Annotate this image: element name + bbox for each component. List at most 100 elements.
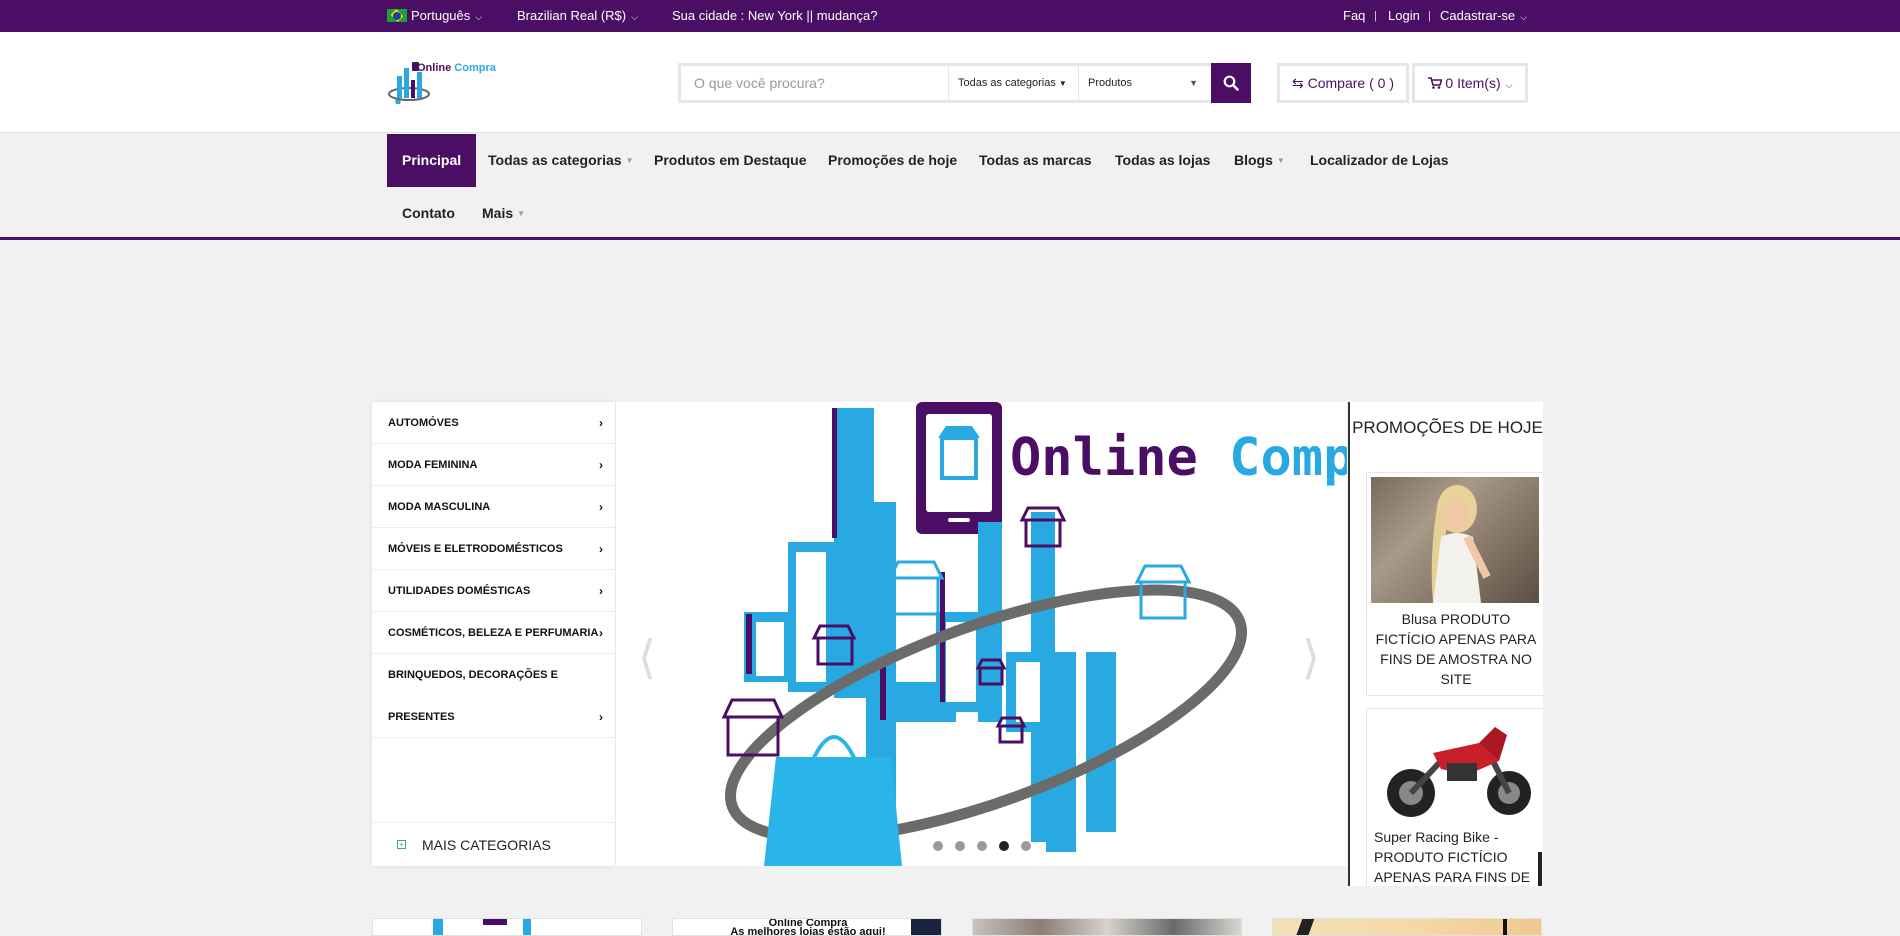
category-item[interactable]: COSMÉTICOS, BELEZA E PERFUMARIA › <box>372 612 615 654</box>
faq-link[interactable]: Faq <box>1343 0 1365 32</box>
search-icon <box>1223 75 1239 91</box>
more-categories-label: MAIS CATEGORIAS <box>422 837 551 853</box>
separator: | <box>1374 10 1377 22</box>
main-nav: Principal Todas as categorias ▼ Produtos … <box>0 134 1900 240</box>
category-label: UTILIDADES DOMÉSTICAS <box>388 585 531 597</box>
category-item[interactable]: MODA MASCULINA › <box>372 486 615 528</box>
promos-scrollbar[interactable] <box>1538 852 1542 886</box>
slider-dot[interactable] <box>954 841 965 851</box>
chevron-down-icon: ⌵ <box>1520 12 1527 22</box>
category-label: PRESENTES <box>388 711 455 723</box>
login-link[interactable]: Login <box>1388 0 1420 32</box>
nav-item-todays-deals[interactable]: Promoções de hoje <box>813 134 972 187</box>
logo-text: Online Compra <box>417 62 496 74</box>
todays-deals-panel: PROMOÇÕES DE HOJE Blusa PRODUTO FICTÍCIO… <box>1348 402 1543 886</box>
register-menu[interactable]: Cadastrar-se ⌵ <box>1440 0 1527 32</box>
category-label: MODA FEMININA <box>388 459 478 471</box>
caret-down-icon: ▼ <box>517 209 526 218</box>
nav-label: Blogs <box>1234 152 1273 168</box>
category-select-value: Todas as categorias <box>958 77 1056 89</box>
category-label: COSMÉTICOS, BELEZA E PERFUMARIA <box>388 627 599 639</box>
banner-subtitle: As melhores lojas estão aqui! <box>730 926 886 936</box>
nav-item-more[interactable]: Mais ▼ <box>467 187 540 240</box>
brazil-flag-icon <box>387 9 407 22</box>
product-name: Super Racing Bike - PRODUTO FICTÍCIO APE… <box>1374 829 1531 885</box>
caret-down-icon: ▼ <box>1189 78 1198 88</box>
logo-text-compra: Compra <box>454 62 496 74</box>
banner[interactable]: Online Compra As melhores lojas estão aq… <box>672 918 942 936</box>
nav-item-all-brands[interactable]: Todas as marcas <box>964 134 1107 187</box>
nav-item-home[interactable]: Principal <box>387 134 477 187</box>
caret-down-icon: ▼ <box>1058 79 1067 88</box>
chevron-right-icon: › <box>599 500 603 514</box>
slider-brand: Online Compra <box>1010 432 1347 484</box>
chevron-down-icon: ⌵ <box>475 12 483 22</box>
compare-label: Compare ( 0 ) <box>1307 75 1394 91</box>
chevron-right-icon: › <box>599 416 603 430</box>
chevron-right-icon: › <box>599 458 603 472</box>
plus-icon: + <box>397 840 406 849</box>
chevron-down-icon: ⌵ <box>1505 80 1513 90</box>
product-card[interactable]: Blusa PRODUTO FICTÍCIO APENAS PARA FINS … <box>1366 472 1543 696</box>
nav-item-store-locator[interactable]: Localizador de Lojas <box>1295 134 1463 187</box>
category-item[interactable]: BRINQUEDOS, DECORAÇÕES E PRESENTES › <box>372 654 615 738</box>
category-label: MÓVEIS E ELETRODOMÉSTICOS <box>388 543 563 555</box>
category-item[interactable]: UTILIDADES DOMÉSTICAS › <box>372 570 615 612</box>
category-select[interactable]: Todas as categorias ▼ <box>948 66 1078 100</box>
search-bar: Todas as categorias▼ Produtos▼ <box>678 63 1251 103</box>
city-selector[interactable]: Sua cidade : New York || mudança? <box>672 0 878 32</box>
banner[interactable] <box>1272 918 1542 936</box>
hero-slider[interactable]: Online Compra ⟨ ⟩ <box>616 402 1347 866</box>
nav-label: Mais <box>482 205 514 221</box>
nav-item-all-stores[interactable]: Todas as lojas <box>1100 134 1225 187</box>
chevron-down-icon: ⌵ <box>631 12 638 22</box>
language-selector[interactable]: Português ⌵ <box>387 0 482 32</box>
currency-label: Brazilian Real (R$) <box>517 8 627 23</box>
search-button[interactable] <box>1211 63 1251 103</box>
banner[interactable] <box>372 918 642 936</box>
slider-dot[interactable] <box>976 841 987 851</box>
banner[interactable] <box>972 918 1242 936</box>
logo-text-online: Online <box>417 62 452 74</box>
category-item[interactable]: MODA FEMININA › <box>372 444 615 486</box>
nav-label: Todas as categorias <box>488 152 622 168</box>
slider-next-arrow[interactable]: ⟩ <box>1302 634 1320 680</box>
category-label: MODA MASCULINA <box>388 501 491 513</box>
caret-down-icon: ▼ <box>1276 156 1285 165</box>
more-categories-button[interactable]: + MAIS CATEGORIAS <box>372 822 615 866</box>
slider-dot[interactable] <box>932 841 943 851</box>
slider-prev-arrow[interactable]: ⟨ <box>638 634 656 680</box>
product-name: Blusa PRODUTO FICTÍCIO APENAS PARA FINS … <box>1375 611 1537 687</box>
category-item[interactable]: AUTOMÓVES › <box>372 402 615 444</box>
type-select-value: Produtos <box>1088 77 1133 89</box>
compare-button[interactable]: ⇆ Compare ( 0 ) <box>1277 63 1409 103</box>
language-label: Português <box>411 8 471 23</box>
currency-selector[interactable]: Brazilian Real (R$) ⌵ <box>517 0 638 32</box>
type-select[interactable]: Produtos ▼ <box>1078 66 1208 100</box>
top-bar: Português ⌵ Brazilian Real (R$) ⌵ Sua cida… <box>0 0 1900 32</box>
slider-dot[interactable] <box>1020 841 1031 851</box>
slider-brand-part2: Compra <box>1229 428 1347 488</box>
register-label: Cadastrar-se <box>1440 8 1516 23</box>
separator: | <box>1428 10 1431 22</box>
category-item[interactable]: MÓVEIS E ELETRODOMÉSTICOS › <box>372 528 615 570</box>
chevron-right-icon: › <box>599 626 603 640</box>
nav-item-blogs[interactable]: Blogs ▼ <box>1219 134 1300 187</box>
slider-dots <box>616 838 1347 856</box>
category-label: AUTOMÓVES <box>388 417 459 429</box>
caret-down-icon: ▼ <box>625 156 634 165</box>
banner-text: Online Compra As melhores lojas estão aq… <box>673 919 941 936</box>
product-card[interactable]: Super Racing Bike - PRODUTO FICTÍCIO APE… <box>1366 708 1543 886</box>
chevron-right-icon: › <box>599 542 603 556</box>
todays-deals-title: PROMOÇÕES DE HOJE <box>1352 418 1543 437</box>
site-logo[interactable]: Online Compra <box>387 60 497 104</box>
cart-icon <box>1427 77 1443 89</box>
nav-item-all-categories[interactable]: Todas as categorias ▼ <box>473 134 649 187</box>
slider-dot[interactable] <box>998 841 1009 851</box>
nav-item-featured[interactable]: Produtos em Destaque <box>639 134 821 187</box>
slider-brand-part1: Online <box>1010 428 1198 488</box>
cart-button[interactable]: 0 Item(s) ⌵ <box>1412 63 1528 103</box>
search-input[interactable] <box>681 66 948 100</box>
category-label: BRINQUEDOS, DECORAÇÕES E <box>388 669 558 681</box>
nav-item-contact[interactable]: Contato <box>387 187 470 240</box>
